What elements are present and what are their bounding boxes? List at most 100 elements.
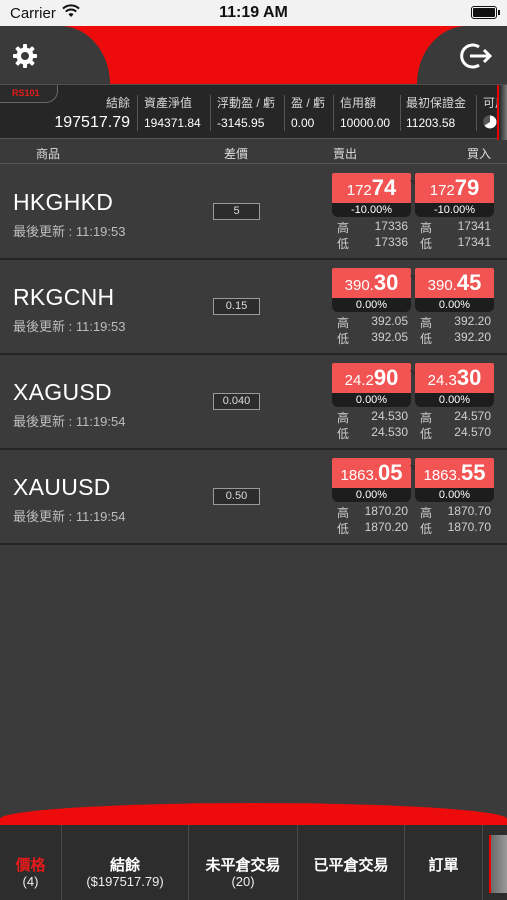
account-summary: RS101 結餘 197517.79 資產淨值 194371.84 浮動盈 / … [0, 84, 507, 140]
floating-pl-value: -3145.95 [217, 116, 265, 130]
quote-row[interactable]: XAUUSD 最後更新 : 11:19:54 0.50 1863.05 0.00… [0, 450, 507, 545]
spread-box: 5 [213, 203, 260, 220]
bottom-accent-bar [0, 803, 507, 825]
battery-icon [471, 6, 500, 19]
sell-change: 0.00% [332, 488, 411, 502]
status-bar: Carrier 11:19 AM [0, 0, 507, 26]
account-scroll-edge[interactable] [497, 85, 507, 140]
symbol: RKGCNH [13, 284, 115, 310]
buy-quote[interactable]: 24.330 0.00% 高 24.570 低 24.570 [415, 363, 494, 441]
floating-pl-label: 浮動盈 / 虧 [217, 96, 276, 110]
buy-low: 低 392.20 [420, 330, 491, 346]
sell-header: 賣出 [333, 147, 358, 161]
tab-scroll-edge[interactable] [489, 835, 507, 893]
initial-margin-value: 11203.58 [406, 116, 456, 130]
divider [210, 95, 211, 131]
pl-value: 0.00 [291, 116, 315, 130]
tab-prices[interactable]: 價格 (4) [0, 825, 62, 900]
bottom-tab-bar: 價格 (4) 結餘 ($197517.79) 未平倉交易 (20) 已平倉交易 … [0, 825, 507, 900]
buy-change: 0.00% [415, 298, 494, 312]
pl-label: 盈 / 虧 [291, 96, 326, 110]
pie-icon [483, 115, 497, 129]
divider [137, 95, 138, 131]
balance-value: 197517.79 [54, 114, 130, 131]
quote-row[interactable]: XAGUSD 最後更新 : 11:19:54 0.040 24.290 0.00… [0, 355, 507, 450]
tab-closed-trades[interactable]: 已平倉交易 [298, 825, 405, 900]
app-header [0, 26, 507, 84]
sell-high: 高 24.530 [337, 409, 408, 425]
buy-change: 0.00% [415, 393, 494, 407]
buy-high: 高 1870.70 [420, 504, 491, 520]
sell-low: 低 17336 [337, 235, 408, 251]
sell-high: 高 17336 [337, 219, 408, 235]
trading-app-screen: Carrier 11:19 AM RS101 結餘 197517.79 資產淨值… [0, 0, 507, 900]
sell-high: 高 392.05 [337, 314, 408, 330]
symbol: XAUUSD [13, 474, 111, 500]
quote-row[interactable]: HKGHKD 最後更新 : 11:19:53 5 17274 -10.00% 高… [0, 165, 507, 260]
spread-box: 0.15 [213, 298, 260, 315]
sell-change: -10.00% [332, 203, 411, 217]
divider [284, 95, 285, 131]
sell-price[interactable]: 24.290 [332, 363, 411, 393]
spread-header: 差價 [224, 147, 249, 161]
available-label: 可用 [483, 96, 497, 110]
buy-quote[interactable]: 390.45 0.00% 高 392.20 低 392.20 [415, 268, 494, 346]
buy-low: 低 24.570 [420, 425, 491, 441]
buy-quote[interactable]: 1863.55 0.00% 高 1870.70 低 1870.70 [415, 458, 494, 536]
buy-change: -10.00% [415, 203, 494, 217]
sell-price[interactable]: 1863.05 [332, 458, 411, 488]
sell-change: 0.00% [332, 393, 411, 407]
floating-pl-column: 浮動盈 / 虧 -3145.95 [217, 94, 283, 134]
spread-box: 0.040 [213, 393, 260, 410]
tab-balance[interactable]: 結餘 ($197517.79) [62, 825, 189, 900]
sell-price[interactable]: 17274 [332, 173, 411, 203]
buy-low: 低 17341 [420, 235, 491, 251]
last-update: 最後更新 : 11:19:54 [13, 414, 126, 429]
buy-high: 高 392.20 [420, 314, 491, 330]
product-header: 商品 [36, 147, 61, 161]
quote-table-header: 商品 差價 賣出 買入 [0, 140, 507, 164]
credit-column: 信用額 10000.00 [340, 94, 400, 134]
buy-change: 0.00% [415, 488, 494, 502]
initial-margin-label: 最初保證金 [406, 96, 467, 110]
sell-quote[interactable]: 24.290 0.00% 高 24.530 低 24.530 [332, 363, 411, 441]
clock: 11:19 AM [219, 4, 288, 21]
last-update: 最後更新 : 11:19:53 [13, 224, 126, 239]
symbol: HKGHKD [13, 189, 114, 215]
symbol: XAGUSD [13, 379, 112, 405]
buy-price[interactable]: 390.45 [415, 268, 494, 298]
buy-quote[interactable]: 17279 -10.00% 高 17341 低 17341 [415, 173, 494, 251]
sell-quote[interactable]: 1863.05 0.00% 高 1870.20 低 1870.20 [332, 458, 411, 536]
equity-label: 資產淨值 [144, 96, 193, 110]
pl-column: 盈 / 虧 0.00 [291, 94, 331, 134]
buy-low: 低 1870.70 [420, 520, 491, 536]
spread-box: 0.50 [213, 488, 260, 505]
divider [333, 95, 334, 131]
tab-orders[interactable]: 訂單 [405, 825, 483, 900]
buy-header: 買入 [467, 147, 492, 161]
sell-low: 低 1870.20 [337, 520, 408, 536]
equity-column: 資產淨值 194371.84 [144, 94, 210, 134]
sell-low: 低 24.530 [337, 425, 408, 441]
divider [400, 95, 401, 131]
sell-quote[interactable]: 17274 -10.00% 高 17336 低 17336 [332, 173, 411, 251]
credit-label: 信用額 [340, 96, 377, 110]
equity-value: 194371.84 [144, 116, 201, 130]
sell-quote[interactable]: 390.30 0.00% 高 392.05 低 392.05 [332, 268, 411, 346]
logout-icon[interactable] [457, 42, 493, 70]
sell-price[interactable]: 390.30 [332, 268, 411, 298]
buy-price[interactable]: 1863.55 [415, 458, 494, 488]
tab-open-trades[interactable]: 未平倉交易 (20) [189, 825, 298, 900]
gear-icon[interactable] [12, 43, 38, 69]
buy-price[interactable]: 24.330 [415, 363, 494, 393]
buy-price[interactable]: 17279 [415, 173, 494, 203]
quote-row[interactable]: RKGCNH 最後更新 : 11:19:53 0.15 390.30 0.00%… [0, 260, 507, 355]
buy-high: 高 17341 [420, 219, 491, 235]
sell-low: 低 392.05 [337, 330, 408, 346]
available-column: 可用 [483, 94, 497, 134]
initial-margin-column: 最初保證金 11203.58 [406, 94, 476, 134]
balance-label: 結餘 [105, 96, 130, 110]
credit-value: 10000.00 [340, 116, 391, 130]
sell-change: 0.00% [332, 298, 411, 312]
divider [476, 95, 477, 131]
